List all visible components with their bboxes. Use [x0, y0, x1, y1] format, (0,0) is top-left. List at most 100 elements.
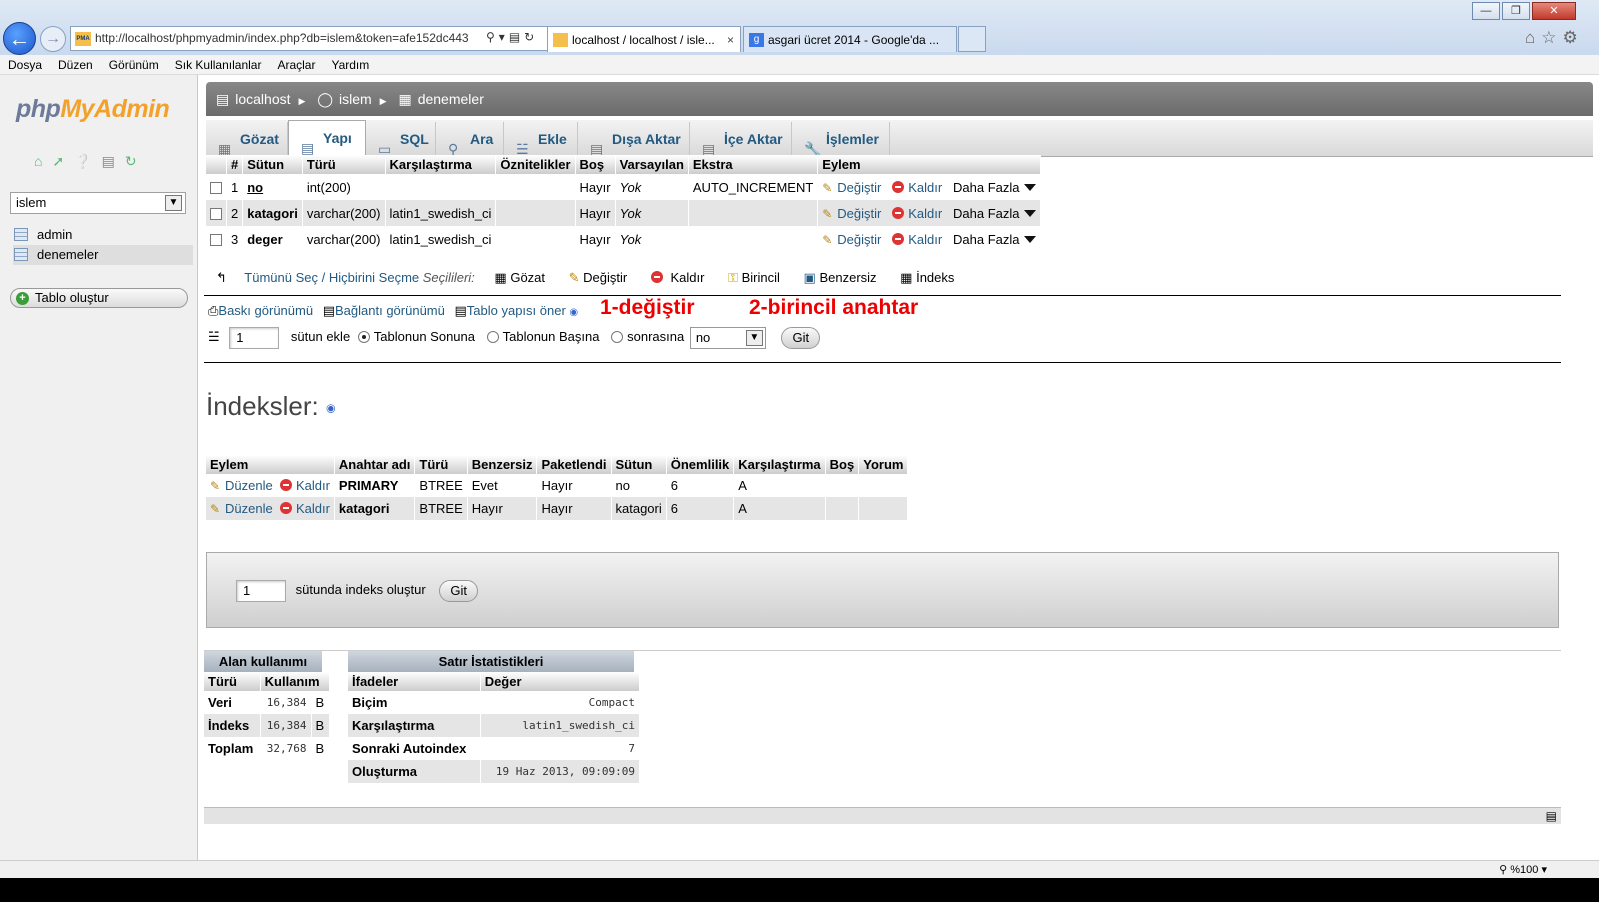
- close-tab-icon[interactable]: ×: [727, 27, 734, 52]
- bulk-browse-button[interactable]: Gözat: [510, 270, 545, 285]
- idx-header-unique: Benzersiz: [467, 455, 538, 474]
- bulk-edit-button[interactable]: Değiştir: [583, 270, 627, 285]
- more-dropdown[interactable]: Daha Fazla: [953, 206, 1019, 221]
- forward-arrow-icon[interactable]: →: [40, 26, 66, 52]
- propose-structure-link[interactable]: Tablo yapısı öner: [467, 303, 566, 318]
- tab-operations[interactable]: 🔧 İşlemler: [792, 122, 890, 157]
- menu-view[interactable]: Görünüm: [101, 55, 167, 75]
- idx-header-keyname: Anahtar adı: [334, 455, 416, 474]
- col-header-checkbox: [206, 155, 227, 174]
- bulk-index-button[interactable]: İndeks: [916, 270, 954, 285]
- add-column-go-button[interactable]: Git: [781, 326, 821, 349]
- column-extra: AUTO_INCREMENT: [688, 174, 819, 200]
- help-icon[interactable]: ◉: [326, 403, 336, 415]
- edit-index-link[interactable]: Düzenle: [225, 501, 273, 516]
- create-table-button[interactable]: + Tablo oluştur: [10, 288, 188, 308]
- caret-down-icon[interactable]: [1023, 209, 1036, 217]
- pencil-icon: ✎: [822, 206, 833, 221]
- drop-index-link[interactable]: Kaldır: [296, 478, 330, 493]
- more-dropdown[interactable]: Daha Fazla: [953, 232, 1019, 247]
- edit-column-link[interactable]: Değiştir: [837, 232, 881, 247]
- tab-structure[interactable]: ▤ Yapı: [288, 120, 366, 158]
- create-index-go-button[interactable]: Git: [439, 579, 478, 602]
- bulk-unique-button[interactable]: Benzersiz: [819, 270, 876, 285]
- row-checkbox[interactable]: [210, 181, 222, 194]
- menu-file[interactable]: Dosya: [0, 55, 50, 75]
- help-icon[interactable]: ◉: [569, 307, 578, 318]
- column-type: int(200): [302, 174, 386, 200]
- breadcrumb-db[interactable]: islem: [339, 91, 372, 107]
- radio-after[interactable]: [611, 331, 624, 343]
- idx-type: BTREE: [414, 497, 468, 520]
- logout-icon[interactable]: ➚: [52, 153, 74, 169]
- row-stats-caption: Satır İstatistikleri: [348, 651, 634, 672]
- space-usage-caption-row: Alan kullanımı: [204, 651, 330, 672]
- column-count-input[interactable]: 1: [229, 326, 280, 349]
- breadcrumb-table[interactable]: denemeler: [418, 91, 484, 107]
- database-select[interactable]: islem ▼: [10, 192, 186, 214]
- print-view-link[interactable]: Baskı görünümü: [218, 303, 313, 318]
- browser-tab-google[interactable]: g asgari ücret 2014 - Google'da ...: [743, 26, 957, 52]
- caret-down-icon[interactable]: [1023, 183, 1036, 191]
- sidebar-quick-icons[interactable]: ⌂➚❔▤↻: [34, 153, 147, 170]
- browser-tab-pma[interactable]: localhost / localhost / isle... ×: [547, 26, 741, 52]
- row-checkbox[interactable]: [210, 207, 222, 220]
- edit-column-link[interactable]: Değiştir: [837, 206, 881, 221]
- tab-export[interactable]: ▤ Dışa Aktar: [578, 122, 690, 157]
- phpmyadmin-logo[interactable]: phpMyAdmin: [16, 95, 170, 124]
- home-icon[interactable]: ⌂: [34, 153, 52, 169]
- restore-icon[interactable]: ❐: [1502, 2, 1530, 20]
- help-icon[interactable]: ❔: [74, 153, 101, 169]
- menu-tools[interactable]: Araçlar: [269, 55, 323, 75]
- drop-column-link[interactable]: Kaldır: [908, 180, 942, 195]
- drop-column-link[interactable]: Kaldır: [908, 206, 942, 221]
- reload-icon[interactable]: ↻: [125, 153, 147, 169]
- new-tab-button[interactable]: [958, 26, 986, 52]
- home-star-gear-icons[interactable]: ⌂☆⚙: [1525, 28, 1584, 48]
- relation-view-link[interactable]: Bağlantı görünümü: [335, 303, 445, 318]
- bulk-primary-button[interactable]: Birincil: [742, 270, 780, 285]
- database-select-value: islem: [16, 195, 47, 210]
- tab-browse[interactable]: ▦ Gözat: [206, 122, 288, 157]
- drop-column-link[interactable]: Kaldır: [908, 232, 942, 247]
- create-index-form: 1 sütunda indeks oluştur Git: [236, 578, 478, 602]
- tab-import[interactable]: ▤ İçe Aktar: [690, 122, 792, 157]
- col-header-column[interactable]: Sütun: [242, 155, 303, 174]
- tab-insert[interactable]: ☱ Ekle: [504, 122, 578, 157]
- bulk-drop-button[interactable]: Kaldır: [671, 270, 705, 285]
- edit-index-link[interactable]: Düzenle: [225, 478, 273, 493]
- column-name: no: [242, 174, 303, 200]
- menu-edit[interactable]: Düzen: [50, 55, 101, 75]
- caret-down-icon[interactable]: [1023, 235, 1036, 243]
- docs-icon[interactable]: ▤: [102, 153, 125, 169]
- radio-at-end[interactable]: [357, 331, 370, 343]
- tab-sql[interactable]: ▭ SQL: [366, 122, 436, 157]
- minimize-icon[interactable]: —: [1472, 2, 1500, 20]
- tab-search[interactable]: ⚲ Ara: [436, 122, 504, 157]
- stats-key: Sonraki Autoindex: [348, 737, 481, 760]
- address-tools-icon[interactable]: ⚲▾▤↻: [486, 30, 538, 44]
- row-number: 2: [226, 200, 244, 226]
- more-dropdown[interactable]: Daha Fazla: [953, 180, 1019, 195]
- after-column-select[interactable]: no ▼: [689, 326, 766, 349]
- edit-column-link[interactable]: Değiştir: [837, 180, 881, 195]
- column-default: Yok: [615, 226, 689, 252]
- radio-at-start[interactable]: [486, 331, 499, 343]
- breadcrumb-server[interactable]: localhost: [235, 91, 290, 107]
- menu-help[interactable]: Yardım: [323, 55, 377, 75]
- index-column-count-input[interactable]: 1: [236, 579, 286, 602]
- sidebar-item-denemeler[interactable]: denemeler: [13, 245, 193, 265]
- window-close-icon[interactable]: ✕: [1532, 2, 1576, 20]
- zoom-level[interactable]: ⚲ %100 ▾: [1499, 861, 1547, 879]
- column-name: deger: [242, 226, 303, 252]
- check-all-link[interactable]: Tümünü Seç / Hiçbirini Seçme: [244, 270, 419, 285]
- row-checkbox[interactable]: [210, 233, 222, 246]
- sidebar-item-admin[interactable]: admin: [13, 225, 193, 245]
- address-bar[interactable]: PMA http://localhost/phpmyadmin/index.ph…: [70, 26, 554, 51]
- back-arrow-icon[interactable]: ←: [3, 22, 36, 55]
- stats-header-statement: İfadeler: [348, 672, 481, 691]
- idx-header-type: Türü: [414, 455, 468, 474]
- menu-favorites[interactable]: Sık Kullanılanlar: [167, 55, 270, 75]
- drop-index-link[interactable]: Kaldır: [296, 501, 330, 516]
- console-icon[interactable]: ▤: [1546, 809, 1557, 823]
